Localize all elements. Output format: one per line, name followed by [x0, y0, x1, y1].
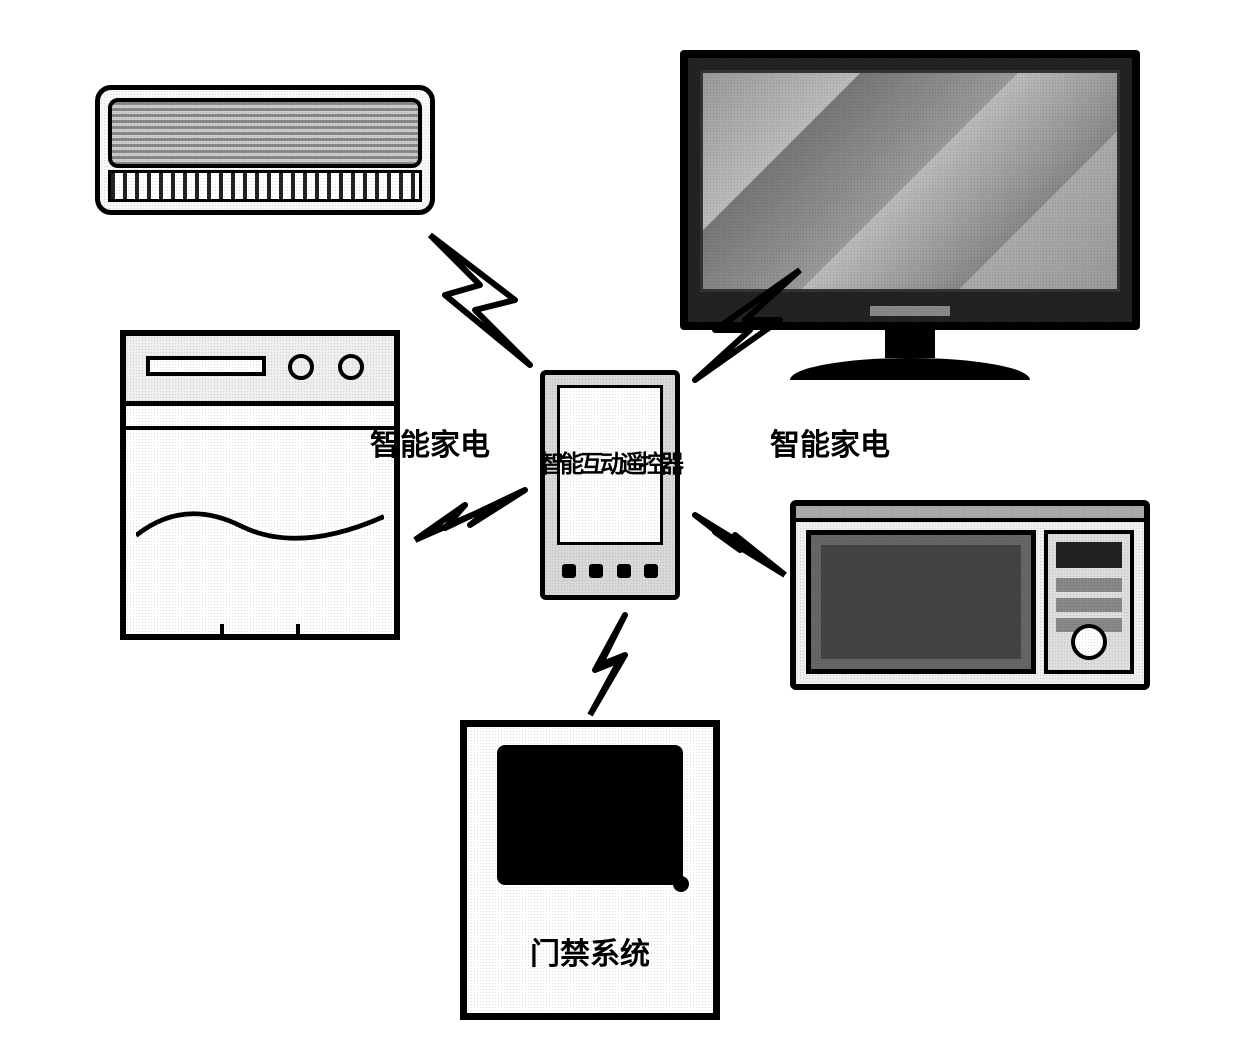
dishwasher-handle	[220, 624, 300, 638]
microwave-display	[1056, 542, 1122, 568]
remote-button-icon	[562, 564, 576, 578]
microwave-control-panel	[1044, 530, 1134, 674]
microwave-button	[1056, 598, 1122, 612]
tv-stand-base	[790, 358, 1030, 380]
left-group-label: 智能家电	[370, 420, 490, 464]
remote-button-icon	[644, 564, 658, 578]
door-access-screen	[497, 745, 683, 885]
microwave-door	[806, 530, 1036, 674]
remote-screen: 智能互动遥控器	[557, 385, 663, 545]
microwave-window	[821, 545, 1021, 659]
dishwasher-control-panel	[126, 336, 394, 406]
tv-screen	[700, 70, 1120, 292]
remote-button-icon	[589, 564, 603, 578]
wireless-signal-icon	[690, 265, 810, 385]
dishwasher-device	[120, 330, 400, 640]
dishwasher-slot	[146, 356, 266, 376]
door-access-device: 门禁系统	[460, 720, 720, 1020]
remote-label: 智能互动遥控器	[540, 452, 680, 477]
microwave-button	[1056, 578, 1122, 592]
wireless-signal-icon	[690, 510, 790, 590]
right-group-label: 智能家电	[770, 420, 890, 464]
remote-button-icon	[617, 564, 631, 578]
wireless-signal-icon	[410, 480, 530, 560]
tv-stand-neck	[885, 330, 935, 358]
dishwasher-knob-icon	[288, 354, 314, 380]
ac-fins	[108, 170, 422, 202]
microwave-top	[796, 506, 1144, 522]
door-access-label: 门禁系统	[530, 929, 650, 973]
dishwasher-knob-icon	[338, 354, 364, 380]
ac-vent-top	[108, 98, 422, 168]
door-handle-icon	[673, 876, 689, 892]
divider	[126, 426, 394, 430]
microwave-device	[790, 500, 1150, 690]
tv-brand-strip	[870, 306, 950, 316]
air-conditioner-device	[95, 85, 435, 215]
dishwasher-wave-icon	[136, 506, 384, 546]
remote-button-row	[555, 557, 665, 585]
microwave-dial-icon	[1071, 624, 1107, 660]
wireless-signal-icon	[570, 610, 640, 720]
wireless-signal-icon	[420, 230, 540, 370]
smart-remote-controller: 智能互动遥控器	[540, 370, 680, 600]
